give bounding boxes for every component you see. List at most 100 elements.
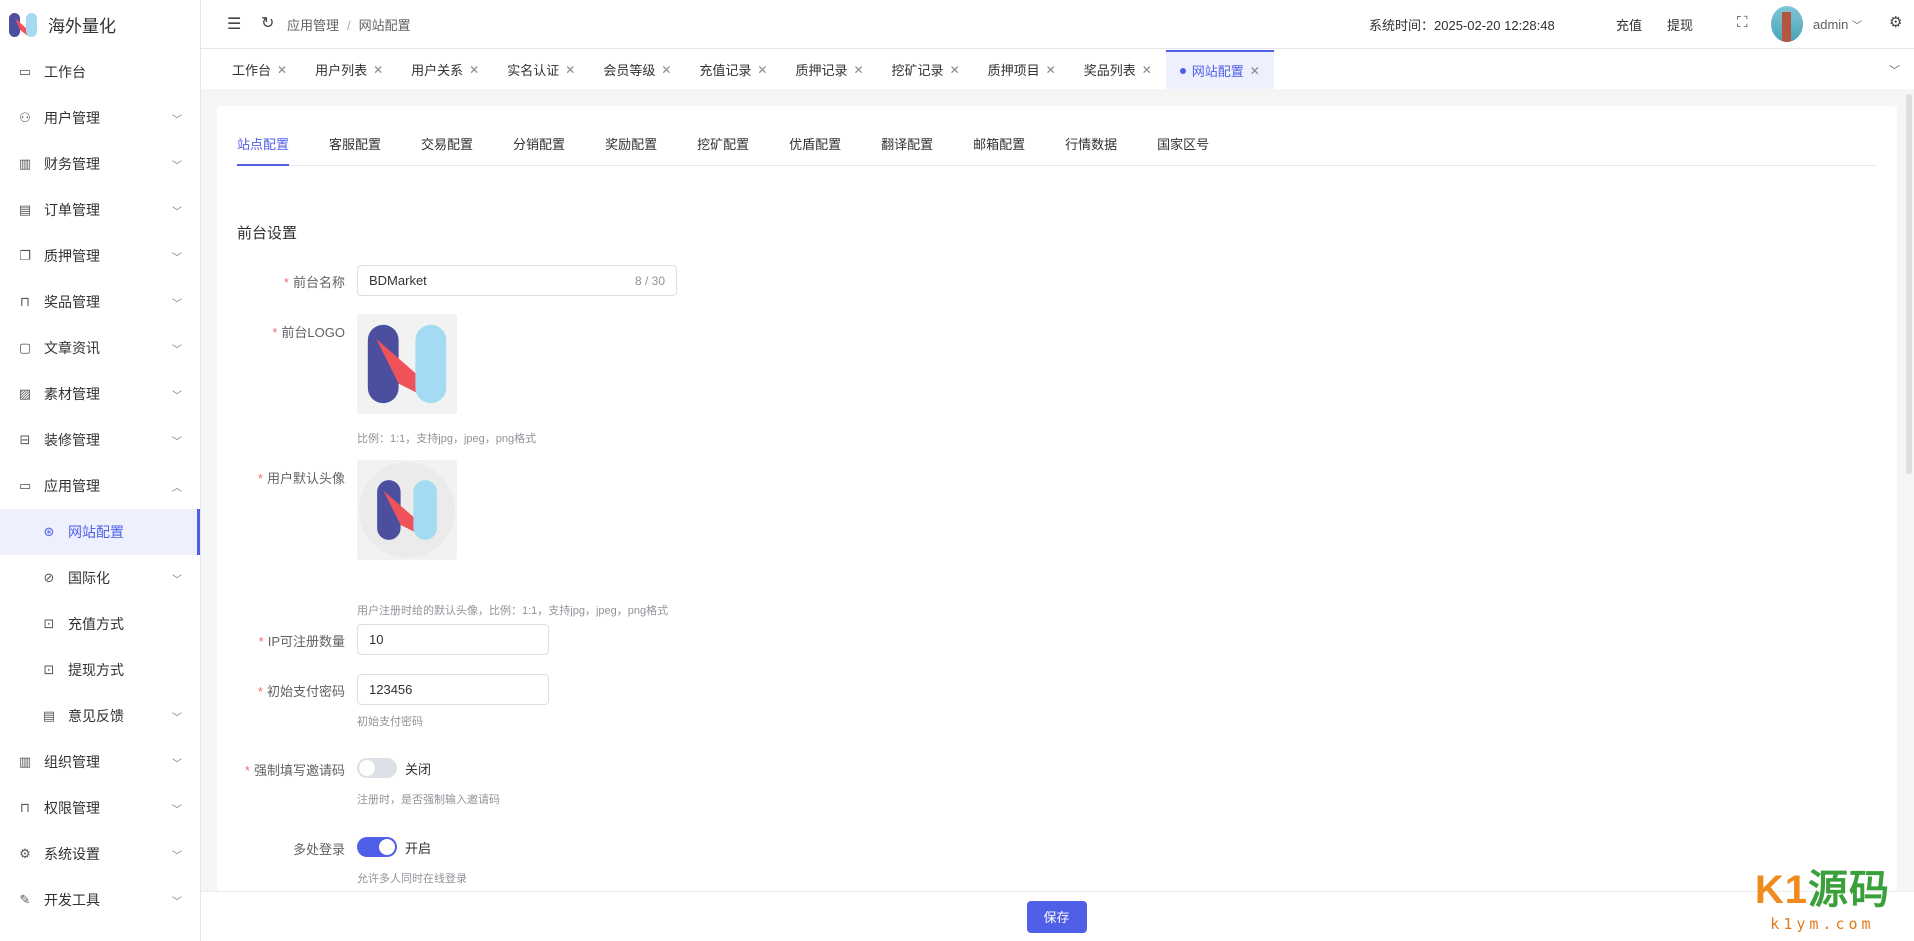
chevron-icon: ﹀ xyxy=(172,896,182,908)
tab[interactable]: 用户列表 ✕ xyxy=(301,50,397,89)
sidebar-item[interactable]: ▥ 财务管理 ﹀ xyxy=(0,141,200,187)
config-card: 站点配置 客服配置 交易配置 分销配置 奖励配置 挖矿配置 优盾配置 翻译配置 邮箱配置 行情数据… xyxy=(217,106,1897,891)
user-menu[interactable]: admin ﹀ xyxy=(1813,17,1862,32)
sidebar-item[interactable]: ❐ 质押管理 ﹀ xyxy=(0,233,200,279)
logo-label: * 前台LOGO xyxy=(272,325,345,340)
breadcrumb-separator: / xyxy=(347,17,351,33)
close-icon[interactable]: ✕ xyxy=(853,63,863,77)
chevron-icon: ﹀ xyxy=(172,850,182,862)
tab-label: 挖矿记录 xyxy=(891,63,944,78)
sidebar-item[interactable]: ⊡ 充值方式 xyxy=(0,601,200,647)
config-tab[interactable]: 优盾配置 xyxy=(789,134,841,166)
tab[interactable]: 网站配置 ✕ xyxy=(1165,50,1274,89)
logo-upload[interactable] xyxy=(357,314,457,414)
refresh-icon[interactable]: ↻ xyxy=(261,13,274,33)
config-tab[interactable]: 翻译配置 xyxy=(881,134,933,166)
scrollbar[interactable] xyxy=(1906,94,1912,474)
tabs-more-chevron-icon[interactable]: ﹀ xyxy=(1889,62,1900,78)
sidebar-item[interactable]: ✎ 开发工具 ﹀ xyxy=(0,877,200,923)
save-button[interactable]: 保存 xyxy=(1026,900,1087,933)
close-icon[interactable]: ✕ xyxy=(1142,63,1152,77)
config-tab[interactable]: 挖矿配置 xyxy=(697,134,749,166)
pay-password-value: 123456 xyxy=(369,682,413,697)
tab[interactable]: 挖矿记录 ✕ xyxy=(878,50,974,89)
multi-login-toggle-wrap: 开启 xyxy=(357,837,431,857)
tab-label: 用户列表 xyxy=(315,63,368,78)
site-name-input[interactable]: BDMarket 8 / 30 xyxy=(357,265,677,296)
monitor-icon: ▭ xyxy=(18,64,32,79)
tab[interactable]: 会员等级 ✕ xyxy=(589,50,685,89)
avatar-hint: 用户注册时给的默认头像，比例：1:1，支持jpg，jpeg，png格式 xyxy=(357,605,669,617)
avatar-upload[interactable] xyxy=(357,460,457,560)
app-logo[interactable]: 海外量化 xyxy=(0,0,200,49)
sidebar-item[interactable]: ▭ 应用管理 ︿ xyxy=(0,463,200,509)
multi-login-toggle[interactable] xyxy=(357,837,397,857)
close-icon[interactable]: ✕ xyxy=(469,63,479,77)
close-icon[interactable]: ✕ xyxy=(565,63,575,77)
sidebar-item[interactable]: ⊟ 装修管理 ﹀ xyxy=(0,417,200,463)
chevron-icon: ﹀ xyxy=(172,252,182,264)
avatar-label: * 用户默认头像 xyxy=(257,471,345,486)
chevron-icon: ﹀ xyxy=(172,206,182,218)
ip-limit-input[interactable]: 10 xyxy=(357,624,549,655)
config-tab[interactable]: 交易配置 xyxy=(421,134,473,166)
recharge-link[interactable]: 充值 xyxy=(1616,15,1642,34)
invite-toggle[interactable] xyxy=(357,758,397,778)
sidebar-item[interactable]: ⊡ 提现方式 xyxy=(0,647,200,693)
close-icon[interactable]: ✕ xyxy=(757,63,767,77)
fullscreen-icon[interactable]: ⛶ xyxy=(1737,14,1748,31)
close-icon[interactable]: ✕ xyxy=(661,63,671,77)
tab[interactable]: 用户关系 ✕ xyxy=(397,50,493,89)
tab[interactable]: 充值记录 ✕ xyxy=(685,50,781,89)
avatar[interactable] xyxy=(1771,6,1803,42)
tab[interactable]: 质押项目 ✕ xyxy=(974,50,1070,89)
sidebar-item[interactable]: ▨ 素材管理 ﹀ xyxy=(0,371,200,417)
chevron-icon: ﹀ xyxy=(172,390,182,402)
sidebar-item-label: 装修管理 xyxy=(44,432,100,448)
config-tab[interactable]: 国家区号 xyxy=(1157,134,1209,166)
watermark-site: k1ym.com xyxy=(1770,915,1875,933)
config-tab[interactable]: 分销配置 xyxy=(513,134,565,166)
config-tab[interactable]: 行情数据 xyxy=(1065,134,1117,166)
sidebar-item[interactable]: ⊘ 国际化 ﹀ xyxy=(0,555,200,601)
username: admin xyxy=(1813,16,1849,32)
footer-bar: 保存 xyxy=(201,891,1914,941)
close-icon[interactable]: ✕ xyxy=(1046,63,1056,77)
close-icon[interactable]: ✕ xyxy=(950,63,960,77)
pay-password-label: * 初始支付密码 xyxy=(257,684,345,699)
tab[interactable]: 工作台 ✕ xyxy=(218,50,301,89)
sidebar-item[interactable]: ⚙ 系统设置 ﹀ xyxy=(0,831,200,877)
sidebar-item-label: 权限管理 xyxy=(44,800,100,816)
sidebar-item-label: 奖品管理 xyxy=(44,294,100,310)
breadcrumb-item[interactable]: 应用管理 xyxy=(287,18,339,33)
sidebar-item-label: 应用管理 xyxy=(44,478,100,494)
sidebar-item[interactable]: ⊛ 网站配置 xyxy=(0,509,200,555)
sidebar-item[interactable]: ⊓ 权限管理 ﹀ xyxy=(0,785,200,831)
settings-icon[interactable]: ⚙ xyxy=(1889,13,1902,31)
tab[interactable]: 质押记录 ✕ xyxy=(781,50,877,89)
withdraw-link[interactable]: 提现 xyxy=(1667,15,1693,34)
close-icon[interactable]: ✕ xyxy=(277,63,287,77)
tab[interactable]: 实名认证 ✕ xyxy=(493,50,589,89)
sidebar-item[interactable]: ▤ 订单管理 ﹀ xyxy=(0,187,200,233)
sidebar-item[interactable]: ⊓ 奖品管理 ﹀ xyxy=(0,279,200,325)
site-name-value: BDMarket xyxy=(369,273,427,288)
chevron-icon: ﹀ xyxy=(172,712,182,724)
sidebar-item[interactable]: ▥ 组织管理 ﹀ xyxy=(0,739,200,785)
close-icon[interactable]: ✕ xyxy=(373,63,383,77)
tab[interactable]: 奖品列表 ✕ xyxy=(1070,50,1166,89)
config-tab[interactable]: 客服配置 xyxy=(329,134,381,166)
close-icon[interactable]: ✕ xyxy=(1250,64,1260,78)
sidebar-item[interactable]: ⚇ 用户管理 ﹀ xyxy=(0,95,200,141)
config-tab[interactable]: 奖励配置 xyxy=(605,134,657,166)
config-tab[interactable]: 邮箱配置 xyxy=(973,134,1025,166)
sidebar-item-label: 充值方式 xyxy=(68,616,124,632)
sidebar-item-label: 网站配置 xyxy=(68,524,124,540)
sidebar-item[interactable]: ▤ 意见反馈 ﹀ xyxy=(0,693,200,739)
sidebar-item[interactable]: ▭ 工作台 xyxy=(0,49,200,95)
active-dot-icon xyxy=(1179,67,1186,74)
pay-password-input[interactable]: 123456 xyxy=(357,674,549,705)
collapse-menu-icon[interactable]: ☰ xyxy=(227,14,241,34)
sidebar-item[interactable]: ▢ 文章资讯 ﹀ xyxy=(0,325,200,371)
config-tab[interactable]: 站点配置 xyxy=(237,134,290,166)
